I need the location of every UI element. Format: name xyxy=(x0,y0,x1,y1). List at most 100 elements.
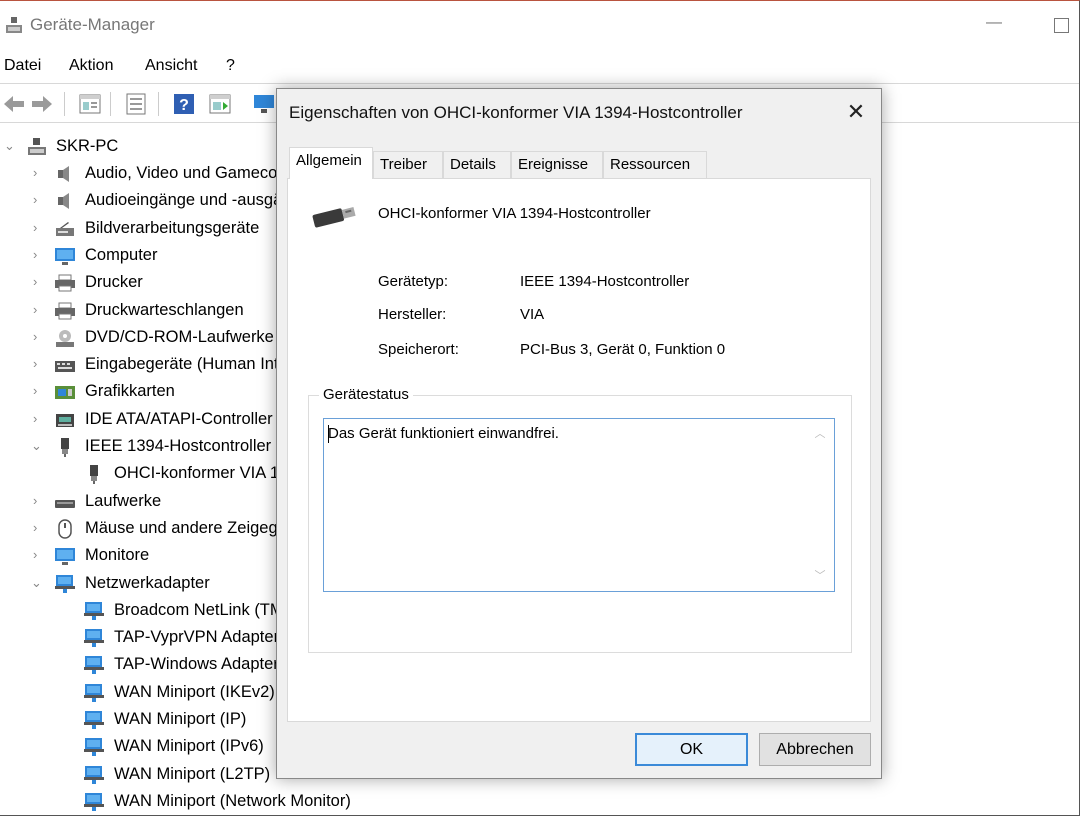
plug-icon xyxy=(61,438,69,457)
ok-button[interactable]: OK xyxy=(635,733,748,766)
network-icon xyxy=(84,601,104,620)
device-type-value: IEEE 1394-Hostcontroller xyxy=(520,273,690,290)
chevron-right-icon[interactable]: › xyxy=(33,302,43,317)
controller-icon xyxy=(56,413,74,427)
mouse-icon xyxy=(58,519,72,539)
chevron-right-icon[interactable]: › xyxy=(33,220,43,235)
menu-bar: Datei Aktion Ansicht ? xyxy=(0,53,1079,81)
close-icon[interactable]: ✕ xyxy=(843,99,869,125)
network-icon xyxy=(84,738,104,757)
disc-icon xyxy=(56,329,74,347)
location-label: Speicherort: xyxy=(378,341,459,358)
tree-item-label: WAN Miniport (Network Monitor) xyxy=(114,791,351,810)
printer-icon xyxy=(55,274,75,292)
network-icon xyxy=(84,765,104,784)
network-icon xyxy=(84,629,104,648)
tree-item-label: Laufwerke xyxy=(85,491,162,510)
help-icon[interactable]: ? xyxy=(172,92,196,116)
chevron-right-icon[interactable]: › xyxy=(33,274,43,289)
tree-item-label: WAN Miniport (L2TP) xyxy=(114,764,271,783)
network-icon xyxy=(84,656,104,675)
tab-treiber[interactable]: Treiber xyxy=(373,151,443,178)
chevron-right-icon[interactable]: › xyxy=(33,547,43,562)
device-name: OHCI-konformer VIA 1394-Hostcontroller xyxy=(378,205,651,222)
manufacturer-value: VIA xyxy=(520,306,545,323)
tree-item-label: WAN Miniport (IP) xyxy=(114,710,247,728)
scan-hardware-icon[interactable] xyxy=(252,92,276,116)
device-status-text: Das Gerät funktioniert einwandfrei. xyxy=(328,425,559,442)
keyboard-icon xyxy=(55,361,75,373)
scroll-down-icon[interactable]: ﹀ xyxy=(812,567,828,583)
tab-allgemein[interactable]: Allgemein xyxy=(289,147,373,179)
location-value: PCI-Bus 3, Gerät 0, Funktion 0 xyxy=(520,341,726,358)
tab-details[interactable]: Details xyxy=(443,151,511,178)
chevron-right-icon[interactable]: › xyxy=(33,493,43,508)
chevron-right-icon[interactable]: › xyxy=(33,411,43,426)
plug-icon xyxy=(90,465,98,485)
tree-item-label: Monitore xyxy=(85,546,150,565)
chevron-right-icon[interactable]: › xyxy=(33,192,43,207)
usb-plug-icon xyxy=(312,207,356,228)
scanner-icon xyxy=(56,221,74,236)
document-icon[interactable] xyxy=(124,92,148,116)
network-icon xyxy=(55,574,75,593)
menu-ansicht[interactable]: Ansicht xyxy=(145,57,197,75)
chevron-right-icon[interactable]: › xyxy=(33,383,43,398)
chevron-right-icon[interactable]: › xyxy=(33,247,43,262)
tree-item-label: DVD/CD-ROM-Laufwerke xyxy=(85,327,274,346)
printer-icon xyxy=(55,302,75,319)
chevron-right-icon[interactable]: › xyxy=(33,165,43,180)
tree-root-label: SKR-PC xyxy=(56,137,119,155)
speaker-icon xyxy=(58,193,69,210)
tree-item-label: WAN Miniport (IKEv2) xyxy=(114,682,275,701)
tree-item-label: Drucker xyxy=(85,273,143,292)
gpu-icon xyxy=(55,386,75,400)
tree-item-label: Bildverarbeitungsgeräte xyxy=(85,218,260,237)
menu-aktion[interactable]: Aktion xyxy=(69,57,113,75)
monitor-icon xyxy=(55,548,75,566)
properties-view-icon[interactable] xyxy=(78,92,102,116)
cancel-button[interactable]: Abbrechen xyxy=(759,733,871,766)
tree-item-label: WAN Miniport (IPv6) xyxy=(114,737,264,756)
tree-item-label: Druckwarteschlangen xyxy=(85,300,244,319)
dialog-title: Eigenschaften von OHCI-konformer VIA 139… xyxy=(289,103,743,122)
tree-item-label: IEEE 1394-Hostcontroller xyxy=(85,437,272,455)
forward-arrow-icon[interactable] xyxy=(30,92,54,116)
monitor-icon xyxy=(55,247,75,265)
chevron-right-icon[interactable]: › xyxy=(33,356,43,371)
general-tab-panel: OHCI-konformer VIA 1394-Hostcontroller G… xyxy=(287,178,871,722)
computer-icon xyxy=(28,138,46,155)
title-bar[interactable]: Geräte-Manager — xyxy=(0,1,1079,49)
network-icon xyxy=(84,683,104,702)
tree-item-label: IDE ATA/ATAPI-Controller xyxy=(85,409,273,428)
menu-datei[interactable]: Datei xyxy=(4,57,41,75)
svg-text:?: ? xyxy=(179,97,189,114)
properties-dialog: Eigenschaften von OHCI-konformer VIA 139… xyxy=(276,88,882,779)
tab-ereignisse[interactable]: Ereignisse xyxy=(511,151,603,178)
device-status-label: Gerätestatus xyxy=(319,386,413,403)
device-type-label: Gerätetyp: xyxy=(378,273,449,290)
menu-help[interactable]: ? xyxy=(226,57,235,75)
tree-item-label: Computer xyxy=(85,245,158,264)
tab-ressourcen[interactable]: Ressourcen xyxy=(603,151,707,178)
tree-item-label: Netzwerkadapter xyxy=(85,573,210,592)
device-status-group: Gerätestatus Das Gerät funktioniert einw… xyxy=(308,386,852,653)
speaker-icon xyxy=(58,166,69,182)
tree-item-label: Grafikkarten xyxy=(85,382,175,401)
chevron-right-icon[interactable]: › xyxy=(33,520,43,535)
back-arrow-icon[interactable] xyxy=(2,92,26,116)
maximize-button[interactable] xyxy=(1054,18,1069,33)
action-view-icon[interactable] xyxy=(208,92,232,116)
device-manager-icon xyxy=(6,17,22,33)
chevron-right-icon[interactable]: › xyxy=(33,329,43,344)
chevron-down-icon[interactable]: ⌄ xyxy=(31,438,42,454)
window-title: Geräte-Manager xyxy=(30,15,155,34)
drive-icon xyxy=(55,499,75,508)
chevron-down-icon[interactable]: ⌄ xyxy=(4,138,15,154)
scroll-up-icon[interactable]: ︿ xyxy=(812,425,828,441)
manufacturer-label: Hersteller: xyxy=(378,306,447,323)
device-status-textbox[interactable]: Das Gerät funktioniert einwandfrei. ︿ ﹀ xyxy=(323,418,835,592)
minimize-button[interactable]: — xyxy=(984,13,1004,33)
network-icon xyxy=(84,792,104,811)
chevron-down-icon[interactable]: ⌄ xyxy=(31,575,42,591)
